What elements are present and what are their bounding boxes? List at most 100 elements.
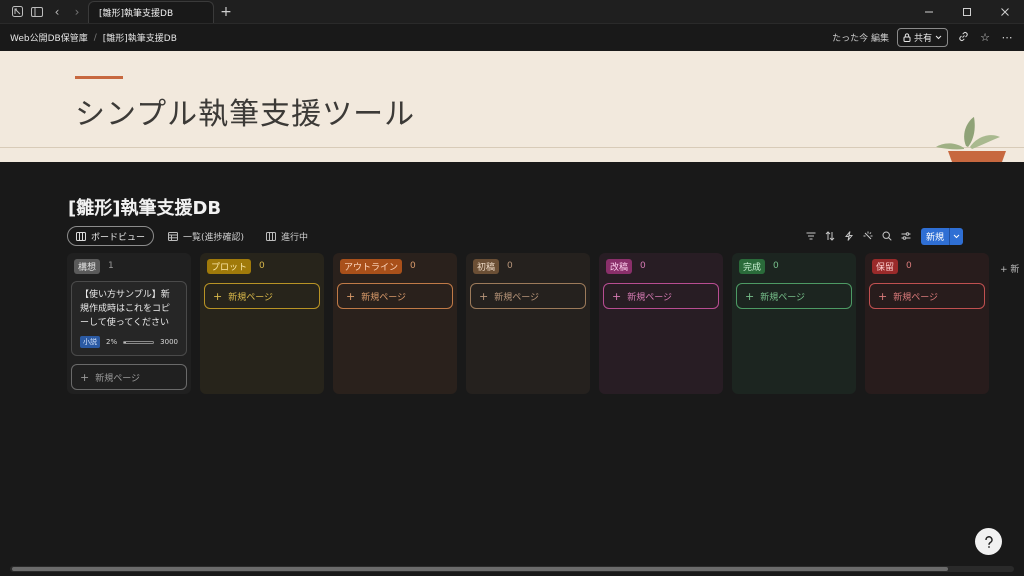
breadcrumb-separator: / xyxy=(93,32,97,43)
tab-in-progress-view[interactable]: 進行中 xyxy=(258,226,316,246)
new-record-dropdown[interactable] xyxy=(949,227,964,245)
breadcrumb-item-page[interactable]: [雛形]執筆支援DB xyxy=(103,31,177,44)
breadcrumb-item-workspace[interactable]: Web公開DB保管庫 xyxy=(10,31,88,44)
column-count: 1 xyxy=(108,261,114,271)
plus-icon: + xyxy=(346,289,356,303)
cover-title: シンプル執筆支援ツール xyxy=(75,97,416,132)
genre-tag: 小説 xyxy=(80,336,100,348)
new-page-button[interactable]: + 新規ページ xyxy=(736,283,852,309)
database-title[interactable]: [雛形]執筆支援DB xyxy=(68,194,221,220)
new-page-button[interactable]: + 新規ページ xyxy=(204,283,320,309)
plus-icon: + xyxy=(878,289,888,303)
column-header[interactable]: 構想 1 xyxy=(71,257,187,275)
more-options-icon[interactable]: ⋯ xyxy=(1000,31,1014,44)
tab-active[interactable]: [雛形]執筆支援DB xyxy=(88,1,214,23)
new-page-label: 新規ページ xyxy=(228,292,274,303)
title-bar-drag-area xyxy=(238,0,910,23)
board-column: アウトライン 0 + 新規ページ xyxy=(333,253,457,394)
new-page-button[interactable]: + 新規ページ xyxy=(470,283,586,309)
lock-icon xyxy=(903,33,911,42)
status-badge: 保留 xyxy=(872,258,899,274)
new-tab-button[interactable]: + xyxy=(214,0,238,23)
chevron-down-icon xyxy=(953,234,960,238)
tab-title: [雛形]執筆支援DB xyxy=(99,9,174,19)
view-tabs: ボードビュー 一覧(進捗確認) 進行中 xyxy=(67,226,316,246)
new-page-button[interactable]: + 新規ページ xyxy=(603,283,719,309)
table-icon xyxy=(168,231,179,241)
board-icon xyxy=(266,231,277,241)
status-badge: 初稿 xyxy=(473,258,500,274)
sidebar-toggle-icon[interactable] xyxy=(28,3,46,21)
plus-icon: + xyxy=(612,289,622,303)
settings-sliders-icon[interactable] xyxy=(899,227,913,245)
link-icon[interactable] xyxy=(956,31,970,45)
card-title: 【使い方サンプル】新規作成時はこれをコピーして使ってください xyxy=(80,290,171,328)
tab-table-view[interactable]: 一覧(進捗確認) xyxy=(160,226,252,246)
ai-sparkle-icon[interactable] xyxy=(861,227,875,245)
new-record-button-group: 新規 xyxy=(921,227,964,245)
search-icon[interactable] xyxy=(880,227,894,245)
column-header[interactable]: 初稿 0 xyxy=(470,257,586,275)
maximize-icon[interactable] xyxy=(948,0,986,23)
new-page-button[interactable]: + 新規ページ xyxy=(337,283,453,309)
plus-icon: + xyxy=(745,289,755,303)
edited-status: たった今 編集 xyxy=(832,34,889,44)
status-badge: 構想 xyxy=(74,258,101,274)
column-header[interactable]: プロット 0 xyxy=(204,257,320,275)
status-badge: プロット xyxy=(207,258,252,274)
sort-icon[interactable] xyxy=(823,227,837,245)
board-column: 構想 1 【使い方サンプル】新規作成時はこれをコピーして使ってください小説 2% 300… xyxy=(67,253,191,394)
status-badge: アウトライン xyxy=(340,258,403,274)
target-word-count: 3000 xyxy=(160,338,178,346)
view-label: ボードビュー xyxy=(91,232,146,243)
forward-icon[interactable]: › xyxy=(68,3,86,21)
plus-icon: + xyxy=(80,370,90,384)
app-menu-icon[interactable] xyxy=(8,3,26,21)
cover-accent-line xyxy=(75,76,123,79)
column-header[interactable]: 完成 0 xyxy=(736,257,852,275)
new-record-button[interactable]: 新規 xyxy=(921,227,950,245)
title-bar-controls: ‹ › xyxy=(0,0,88,23)
new-page-button[interactable]: + 新規ページ xyxy=(71,364,187,390)
board-icon xyxy=(76,231,86,241)
add-group-button[interactable]: + 新 xyxy=(1000,262,1019,275)
column-header[interactable]: 保留 0 xyxy=(869,257,985,275)
column-count: 0 xyxy=(410,261,416,271)
column-header[interactable]: 改稿 0 xyxy=(603,257,719,275)
board-column: 初稿 0 + 新規ページ xyxy=(466,253,590,394)
new-page-label: 新規ページ xyxy=(494,292,540,303)
new-page-label: 新規ページ xyxy=(95,373,141,384)
close-icon[interactable] xyxy=(986,0,1024,23)
cover-divider xyxy=(0,147,1024,148)
share-label: 共有 xyxy=(913,34,932,44)
automation-bolt-icon[interactable] xyxy=(842,227,856,245)
tab-board-view[interactable]: ボードビュー xyxy=(67,226,155,246)
new-page-button[interactable]: + 新規ページ xyxy=(869,283,985,309)
progress-percent: 2% xyxy=(106,338,118,346)
header-actions: たった今 編集 共有 ☆ ⋯ xyxy=(832,28,1014,47)
app-window: ‹ › [雛形]執筆支援DB + Web公開DB保管庫 / [雛形]執筆支援DB… xyxy=(0,0,1024,576)
share-button[interactable]: 共有 xyxy=(896,28,948,47)
view-label: 一覧(進捗確認) xyxy=(183,232,245,243)
scrollbar-thumb[interactable] xyxy=(12,567,948,571)
chevron-down-icon xyxy=(935,35,942,40)
status-badge: 改稿 xyxy=(606,258,633,274)
help-button[interactable] xyxy=(975,528,1002,555)
board-column: 保留 0 + 新規ページ xyxy=(865,253,989,394)
board-card[interactable]: 【使い方サンプル】新規作成時はこれをコピーして使ってください小説 2% 3000 xyxy=(71,281,187,356)
star-icon[interactable]: ☆ xyxy=(978,31,992,44)
card-properties: 小説 2% 3000 xyxy=(80,336,178,348)
horizontal-scrollbar[interactable] xyxy=(10,566,1014,572)
filter-icon[interactable] xyxy=(804,227,818,245)
new-page-label: 新規ページ xyxy=(893,292,939,303)
back-icon[interactable]: ‹ xyxy=(48,3,66,21)
minimize-icon[interactable] xyxy=(910,0,948,23)
board-column: プロット 0 + 新規ページ xyxy=(200,253,324,394)
column-header[interactable]: アウトライン 0 xyxy=(337,257,453,275)
breadcrumb: Web公開DB保管庫 / [雛形]執筆支援DB xyxy=(10,31,177,45)
column-count: 0 xyxy=(259,261,265,271)
plant-illustration-icon xyxy=(936,117,1006,162)
help-icon xyxy=(984,535,993,548)
top-nav-bar: Web公開DB保管庫 / [雛形]執筆支援DB たった今 編集 共有 ☆ ⋯ xyxy=(0,24,1024,51)
board-column: 完成 0 + 新規ページ xyxy=(732,253,856,394)
